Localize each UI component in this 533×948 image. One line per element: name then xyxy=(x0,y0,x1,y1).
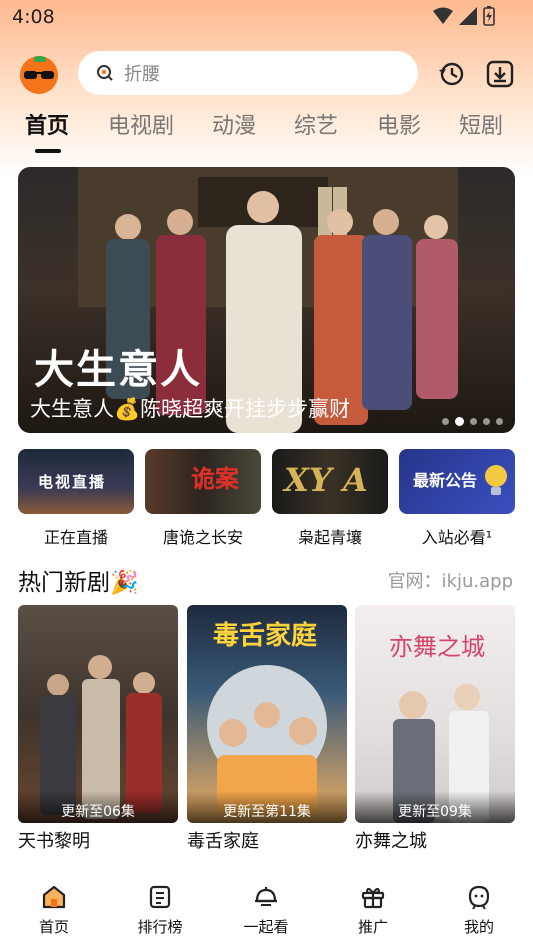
banner-caption: 大生意人💰陈晓超爽开挂步步赢财 xyxy=(30,397,351,421)
logo-leaf xyxy=(34,56,46,62)
quick-label: 正在直播 xyxy=(43,528,108,547)
tab-movie[interactable]: 电影 xyxy=(377,108,421,140)
battery-icon xyxy=(483,6,495,26)
bottom-navigation: 首页 排行榜 一起看 推广 我的 xyxy=(0,868,533,948)
search-icon xyxy=(97,65,113,81)
drama-poster: 毒舌家庭 更新至第11集 xyxy=(187,605,347,823)
active-tab-indicator xyxy=(35,149,61,153)
nav-profile[interactable]: 我的 xyxy=(439,884,519,937)
drama-poster: 亦舞之城 更新至09集 xyxy=(355,605,515,823)
pagination-dot[interactable] xyxy=(442,418,449,425)
search-bar[interactable]: 折腰 xyxy=(78,51,418,95)
status-time: 4:08 xyxy=(12,6,55,28)
drama-card[interactable]: 毒舌家庭 更新至第11集 毒舌家庭 xyxy=(187,605,347,853)
pagination-dot[interactable] xyxy=(470,418,477,425)
thumb-text: 最新公告 xyxy=(413,471,478,490)
profile-icon xyxy=(468,885,490,910)
nav-promote[interactable]: 推广 xyxy=(333,884,413,937)
ranking-icon xyxy=(149,885,171,909)
drama-title: 亦舞之城 xyxy=(355,831,427,852)
banner-pagination xyxy=(442,417,503,426)
gift-icon xyxy=(361,887,385,909)
tab-home[interactable]: 首页 xyxy=(25,108,69,140)
official-site-text: 官网：ikju.app xyxy=(387,571,513,592)
quick-thumb-xiaoqi: XY A xyxy=(272,449,388,514)
drama-poster: 更新至06集 xyxy=(18,605,178,823)
nav-ranking[interactable]: 排行榜 xyxy=(120,884,200,937)
nav-home[interactable]: 首页 xyxy=(14,884,94,937)
pagination-dot[interactable] xyxy=(496,418,503,425)
hero-banner[interactable]: 大生意人 大生意人💰陈晓超爽开挂步步赢财 xyxy=(18,167,515,433)
tab-short-drama[interactable]: 短剧 xyxy=(459,108,503,140)
history-icon[interactable] xyxy=(437,60,465,88)
thumb-text: XY A xyxy=(284,461,368,499)
drama-card[interactable]: 亦舞之城 更新至09集 亦舞之城 xyxy=(355,605,515,853)
quick-thumb-notice: 最新公告 xyxy=(399,449,515,514)
sunglasses-icon xyxy=(24,71,54,79)
wifi-icon xyxy=(433,7,453,24)
quick-link-live[interactable]: 电视直播 正在直播 xyxy=(18,449,134,548)
quick-link-notice[interactable]: 最新公告 入站必看¹ xyxy=(399,449,515,548)
pagination-dot-active[interactable] xyxy=(455,417,464,426)
quick-label: 入站必看¹ xyxy=(421,528,493,547)
watch-together-icon xyxy=(255,887,277,906)
quick-thumb-live: 电视直播 xyxy=(18,449,134,514)
app-logo[interactable] xyxy=(20,56,58,94)
tab-anime[interactable]: 动漫 xyxy=(212,108,256,140)
search-placeholder: 折腰 xyxy=(124,64,160,85)
nav-label: 排行榜 xyxy=(137,918,183,936)
signal-icon xyxy=(459,7,477,25)
drama-title: 天书黎明 xyxy=(18,831,90,852)
banner-logo-text: 大生意人 xyxy=(34,346,202,393)
home-icon xyxy=(42,885,66,909)
quick-link-xiaoqi[interactable]: XY A 枭起青壤 xyxy=(272,449,388,548)
drama-card[interactable]: 更新至06集 天书黎明 xyxy=(18,605,178,853)
episode-badge: 更新至06集 xyxy=(18,791,178,823)
quick-label: 唐诡之长安 xyxy=(162,528,243,547)
episode-badge: 更新至09集 xyxy=(355,791,515,823)
app-header: 折腰 xyxy=(0,48,533,98)
nav-label: 推广 xyxy=(357,918,388,936)
section-title: 热门新剧🎉 xyxy=(18,570,139,596)
quick-label: 枭起青壤 xyxy=(297,528,362,547)
tab-tv-series[interactable]: 电视剧 xyxy=(108,108,174,140)
nav-label: 一起看 xyxy=(243,918,289,936)
nav-label: 首页 xyxy=(38,918,69,936)
tab-variety[interactable]: 综艺 xyxy=(294,108,338,140)
download-icon[interactable] xyxy=(486,60,514,88)
drama-title: 毒舌家庭 xyxy=(187,831,259,852)
status-bar: 4:08 xyxy=(0,0,533,36)
pagination-dot[interactable] xyxy=(483,418,490,425)
lightbulb-icon xyxy=(485,465,507,495)
status-icons xyxy=(433,6,495,26)
nav-watch-together[interactable]: 一起看 xyxy=(226,884,306,937)
thumb-text: 诡案 xyxy=(191,464,239,493)
quick-link-tanggui[interactable]: 诡案 唐诡之长安 xyxy=(145,449,261,548)
quick-thumb-tanggui: 诡案 xyxy=(145,449,261,514)
thumb-text: 电视直播 xyxy=(38,473,107,491)
episode-badge: 更新至第11集 xyxy=(187,791,347,823)
nav-label: 我的 xyxy=(463,918,494,936)
category-tabs: 首页 电视剧 动漫 综艺 电影 短剧 xyxy=(0,108,533,154)
